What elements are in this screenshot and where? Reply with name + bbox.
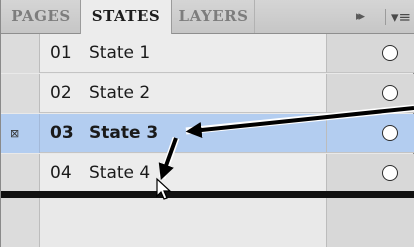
row-gutter xyxy=(1,74,40,113)
state-number: 04 xyxy=(50,163,72,183)
state-radio-button[interactable] xyxy=(382,45,398,61)
state-row[interactable]: 04 State 4 xyxy=(1,154,414,193)
row-end-cell xyxy=(326,154,414,193)
tab-bar-icons: ▸▸ ▾≡ xyxy=(325,0,414,33)
row-body xyxy=(40,74,326,113)
row-end-cell xyxy=(326,198,414,247)
selected-state-icon: ⊠ xyxy=(10,127,20,140)
state-row-selected[interactable]: ⊠ 03 State 3 xyxy=(1,114,414,153)
tab-bar-divider xyxy=(385,9,386,25)
state-name: State 2 xyxy=(89,83,151,103)
state-name: State 1 xyxy=(89,43,151,63)
state-number: 03 xyxy=(50,123,74,143)
row-body xyxy=(40,114,326,153)
state-row[interactable]: 01 State 1 xyxy=(1,34,414,73)
panel-menu-icon[interactable]: ▾≡ xyxy=(391,8,411,26)
states-panel: PAGES STATES LAYERS ▸▸ ▾≡ 01 State 1 02 … xyxy=(0,0,414,247)
state-number: 02 xyxy=(50,83,72,103)
state-number: 01 xyxy=(50,43,72,63)
row-body xyxy=(40,154,326,193)
tab-pages[interactable]: PAGES xyxy=(3,0,79,33)
panel-tab-bar: PAGES STATES LAYERS ▸▸ ▾≡ xyxy=(1,0,414,34)
fast-forward-icon[interactable]: ▸▸ xyxy=(356,9,365,24)
state-radio-button[interactable] xyxy=(382,85,398,101)
row-gutter xyxy=(1,154,40,193)
state-name: State 3 xyxy=(89,123,159,143)
row-end-cell xyxy=(326,74,414,113)
state-name: State 4 xyxy=(89,163,151,183)
row-body xyxy=(40,34,326,73)
tab-layers[interactable]: LAYERS xyxy=(173,0,255,33)
state-row[interactable]: 02 State 2 xyxy=(1,74,414,113)
drop-insertion-line xyxy=(1,191,414,198)
empty-list-area xyxy=(1,198,414,247)
row-gutter xyxy=(1,198,40,247)
tab-states[interactable]: STATES xyxy=(80,0,172,34)
state-radio-button[interactable] xyxy=(382,165,398,181)
row-gutter xyxy=(1,114,40,153)
row-end-cell xyxy=(326,34,414,73)
state-radio-button[interactable] xyxy=(382,125,398,141)
row-gutter xyxy=(1,34,40,73)
row-end-cell xyxy=(326,114,414,153)
